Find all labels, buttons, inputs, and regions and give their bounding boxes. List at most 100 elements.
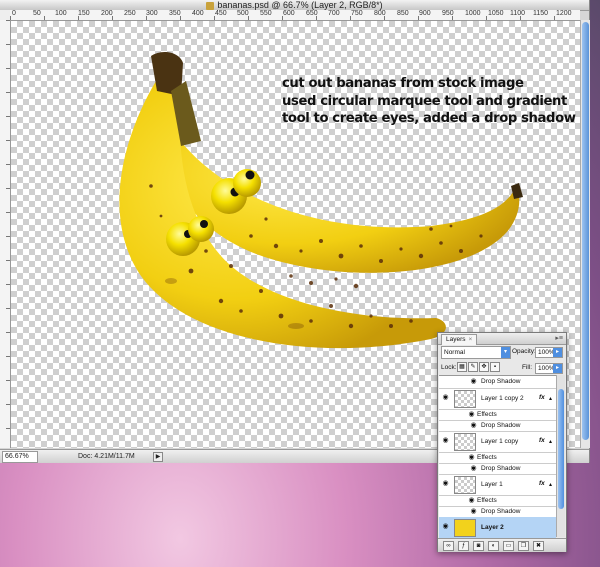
opacity-field[interactable]: 100% ▸	[535, 347, 563, 358]
layer-thumbnail	[454, 476, 476, 494]
eye-icon[interactable]: ◉	[469, 464, 478, 473]
mask-icon[interactable]: ◙	[473, 541, 484, 551]
scroll-thumb[interactable]	[582, 22, 589, 440]
vertical-scrollbar[interactable]	[580, 20, 590, 448]
ruler-tick: 1050	[488, 10, 504, 17]
ruler-tick: 400	[192, 10, 204, 17]
scroll-thumb[interactable]	[558, 389, 564, 509]
ruler-tick: 1200	[556, 10, 572, 17]
fill-label: Fill:	[522, 364, 533, 371]
eye-icon[interactable]: ◉	[441, 522, 450, 531]
eye-icon[interactable]: ◉	[467, 410, 476, 419]
layer-row[interactable]: ◉ Layer 1 fx ▴	[439, 474, 556, 496]
new-layer-icon[interactable]: ❐	[518, 541, 529, 551]
ruler-tick: 450	[215, 10, 227, 17]
lock-position-icon[interactable]: ✥	[479, 362, 489, 372]
window-title: bananas.psd @ 66.7% (Layer 2, RGB/8*)	[217, 0, 383, 10]
lock-controls: ▦ ✎ ✥ ▪	[457, 362, 501, 372]
annotation-line: tool to create eyes, added a drop shadow	[282, 111, 576, 126]
eye-icon[interactable]: ◉	[469, 377, 478, 386]
opacity-label: Opacity:	[512, 348, 536, 355]
effects-label: Effects	[477, 454, 497, 461]
eye-left-2	[188, 216, 214, 242]
ruler-tick: 1100	[510, 10, 526, 17]
psd-file-icon	[206, 1, 215, 10]
ruler-tick: 850	[397, 10, 409, 17]
layer-name: Layer 2	[481, 524, 504, 531]
layer-thumbnail	[454, 519, 476, 537]
ruler-tick: 600	[283, 10, 295, 17]
folder-icon[interactable]: ▭	[503, 541, 514, 551]
ruler-tick: 1150	[533, 10, 549, 17]
eye-icon[interactable]: ◉	[469, 421, 478, 430]
ruler-tick: 950	[442, 10, 454, 17]
ruler-tick: 150	[78, 10, 90, 17]
layer-list-scrollbar[interactable]	[556, 375, 565, 537]
status-menu-arrow-icon[interactable]: ▶	[153, 452, 163, 462]
ruler-tick: 550	[260, 10, 272, 17]
effect-label: Drop Shadow	[481, 378, 521, 385]
layer-row[interactable]: ◉ Layer 1 copy fx ▴	[439, 431, 556, 453]
lock-pixels-icon[interactable]: ✎	[468, 362, 478, 372]
trash-icon[interactable]: ✖	[533, 541, 544, 551]
doc-size: Doc: 4.21M/11.7M	[78, 453, 135, 460]
link-icon[interactable]: ∞	[443, 541, 454, 551]
ruler-tick: 800	[374, 10, 386, 17]
vertical-ruler[interactable]	[0, 20, 11, 448]
ruler-tick: 750	[351, 10, 363, 17]
panel-header: Layers × ▸≡	[438, 333, 566, 345]
chevron-up-icon[interactable]: ▴	[549, 438, 552, 445]
fx-icon[interactable]: fx	[539, 480, 545, 487]
eye-icon[interactable]: ◉	[469, 507, 478, 516]
chevron-right-icon: ▸	[553, 364, 562, 373]
ruler-tick: 650	[306, 10, 318, 17]
ruler-tick: 200	[101, 10, 113, 17]
chevron-up-icon[interactable]: ▴	[549, 481, 552, 488]
effect-label: Drop Shadow	[481, 422, 521, 429]
eye-icon[interactable]: ◉	[441, 479, 450, 488]
fill-field[interactable]: 100% ▸	[535, 363, 563, 374]
panel-footer: ∞ ƒ ◙ ◐ ▭ ❐ ✖	[438, 538, 566, 552]
close-icon[interactable]: ×	[469, 336, 473, 343]
ruler-tick: 350	[169, 10, 181, 17]
effect-label: Drop Shadow	[481, 508, 521, 515]
layer-row[interactable]: ◉ Layer 1 copy 2 fx ▴	[439, 388, 556, 410]
ruler-tick: 0	[12, 10, 16, 17]
chevron-up-icon[interactable]: ▴	[549, 395, 552, 402]
eye-icon[interactable]: ◉	[467, 496, 476, 505]
annotation-text: cut out bananas from stock image used ci…	[282, 75, 576, 128]
blend-mode-value: Normal	[444, 349, 465, 356]
eye-icon[interactable]: ◉	[441, 393, 450, 402]
blend-mode-select[interactable]: Normal ▾	[441, 346, 511, 359]
chevron-down-icon: ▾	[501, 347, 510, 358]
layer-name: Layer 1 copy 2	[481, 395, 524, 402]
effects-label: Effects	[477, 497, 497, 504]
ruler-tick: 300	[146, 10, 158, 17]
ruler-tick: 100	[55, 10, 67, 17]
lock-transparency-icon[interactable]: ▦	[457, 362, 467, 372]
fx-icon[interactable]: fx	[539, 437, 545, 444]
effect-label: Drop Shadow	[481, 465, 521, 472]
ruler-tick: 900	[419, 10, 431, 17]
annotation-line: cut out bananas from stock image	[282, 76, 524, 91]
ruler-tick: 500	[237, 10, 249, 17]
panel-menu-icon[interactable]: ▸≡	[555, 334, 563, 342]
chevron-right-icon: ▸	[553, 348, 562, 357]
adjustment-icon[interactable]: ◐	[488, 541, 499, 551]
lock-all-icon[interactable]: ▪	[490, 362, 500, 372]
fx-icon[interactable]: fx	[539, 394, 545, 401]
fx-icon[interactable]: ƒ	[458, 541, 469, 551]
horizontal-ruler[interactable]: 0 50 100 150 200 250 300 350 400 450 500…	[10, 10, 580, 21]
tab-label: Layers	[446, 336, 466, 343]
ruler-tick: 700	[328, 10, 340, 17]
layer-row-selected[interactable]: ◉ Layer 2	[439, 517, 556, 538]
eye-icon[interactable]: ◉	[441, 436, 450, 445]
annotation-line: used circular marquee tool and gradient	[282, 93, 567, 109]
ruler-tick: 1000	[465, 10, 481, 17]
tab-layers[interactable]: Layers ×	[441, 334, 478, 345]
pupil-right-2	[245, 170, 255, 180]
zoom-field[interactable]: 66.67%	[2, 451, 38, 463]
layer-list: ◉ Drop Shadow ◉ Layer 1 copy 2 fx ▴ ◉ Ef…	[439, 375, 556, 538]
eye-icon[interactable]: ◉	[467, 453, 476, 462]
layer-thumbnail	[454, 433, 476, 451]
